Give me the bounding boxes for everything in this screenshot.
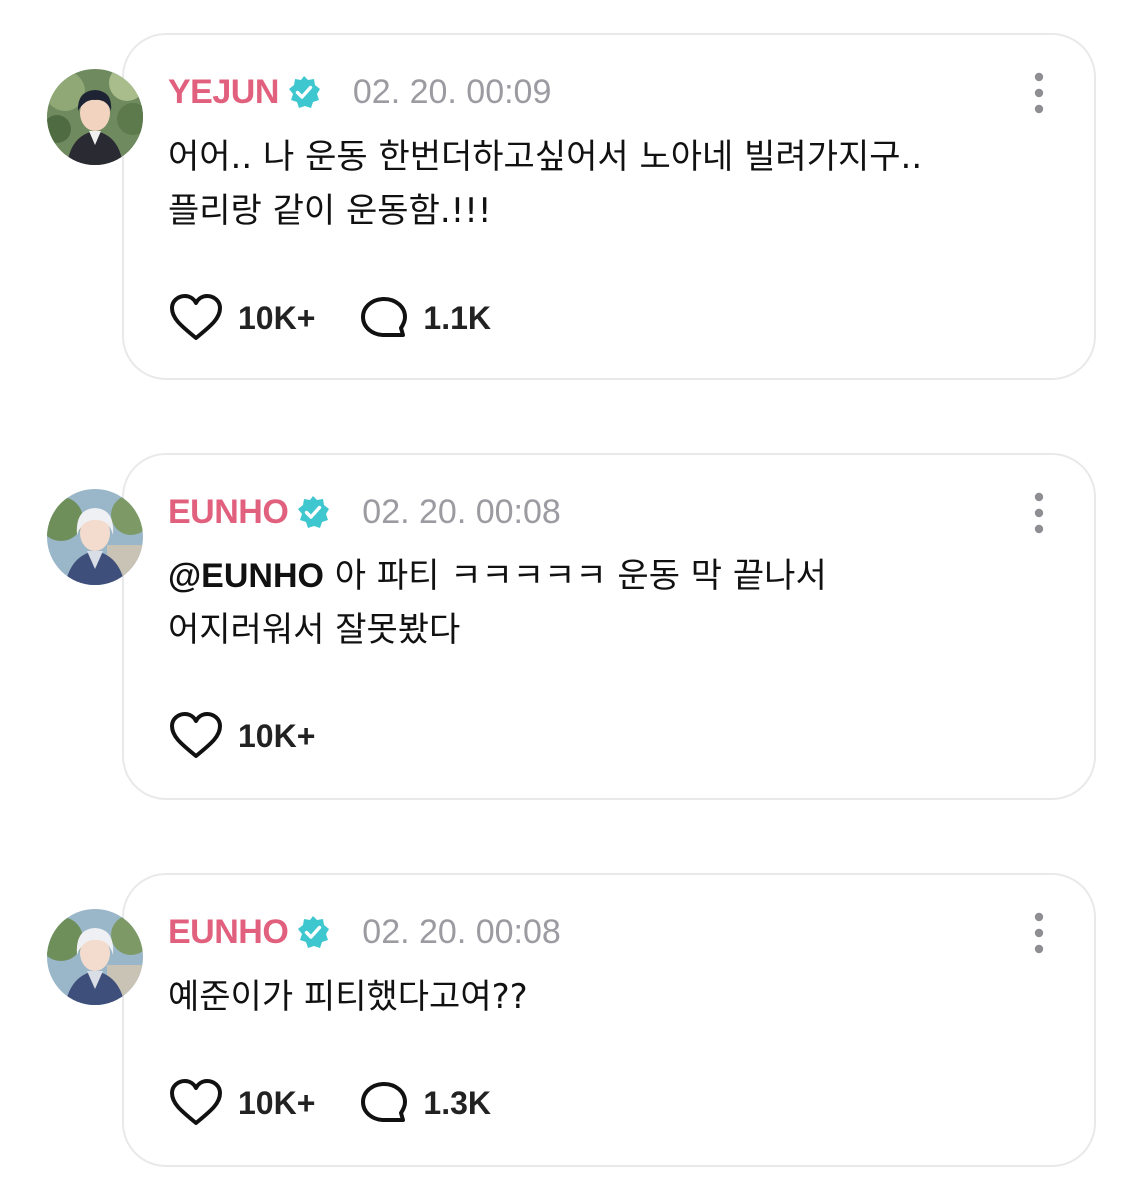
post-text: 예준이가 피티했다고여?? — [168, 970, 1048, 1024]
heart-icon — [170, 712, 222, 758]
avatar[interactable] — [47, 489, 143, 585]
post-actions: 10K+ 1.1K — [168, 290, 535, 346]
post-header: EUNHO 02. 20. 00:08 — [168, 487, 561, 537]
post-text: @EUNHO 아 파티 ㅋㅋㅋㅋㅋ 운동 막 끝나서 어지러워서 잘못봤다 — [168, 549, 1048, 657]
heart-icon — [170, 294, 222, 340]
like-button[interactable]: 10K+ — [168, 712, 315, 760]
post-actions: 10K+ 1.3K — [168, 1075, 535, 1131]
like-count: 10K+ — [238, 1084, 316, 1121]
avatar[interactable] — [47, 69, 143, 165]
heart-icon — [170, 1079, 222, 1125]
username[interactable]: EUNHO — [168, 913, 289, 952]
username[interactable]: EUNHO — [168, 493, 289, 532]
post-text-line: @EUNHO 아 파티 ㅋㅋㅋㅋㅋ 운동 막 끝나서 — [168, 549, 1048, 603]
timestamp: 02. 20. 00:08 — [362, 912, 561, 951]
comment-count: 1.1K — [423, 299, 491, 336]
timestamp: 02. 20. 00:09 — [352, 72, 552, 111]
post-text-line: 어어.. 나 운동 한번더하고싶어서 노아네 빌려가지구.. — [168, 137, 923, 177]
post-header: YEJUN 02. 20. 00:09 — [168, 67, 551, 117]
post-text-line: 플리랑 같이 운동함.!!! — [168, 191, 492, 231]
verified-badge-icon — [287, 75, 321, 109]
avatar[interactable] — [47, 909, 143, 1005]
like-button[interactable]: 10K+ — [168, 1079, 315, 1127]
comment-count: 1.3K — [423, 1084, 491, 1121]
like-button[interactable]: 10K+ — [168, 294, 315, 342]
post-header: EUNHO 02. 20. 00:08 — [168, 907, 561, 957]
comment-button[interactable]: 1.1K — [359, 295, 491, 341]
like-count: 10K+ — [238, 717, 316, 754]
verified-badge-icon — [296, 495, 330, 529]
speech-bubble-icon — [361, 1082, 408, 1122]
more-vertical-icon[interactable] — [1024, 71, 1054, 115]
post-text-line: 어지러워서 잘못봤다 — [168, 610, 461, 650]
speech-bubble-icon — [361, 297, 408, 337]
post-actions: 10K+ — [168, 708, 359, 764]
like-count: 10K+ — [238, 299, 316, 336]
verified-badge-icon — [296, 915, 330, 949]
more-vertical-icon[interactable] — [1024, 911, 1054, 955]
mention-link[interactable]: @EUNHO — [168, 557, 324, 595]
post-feed: YEJUN 02. 20. 00:09 어어.. 나 운동 한번더하고싶어서 노… — [0, 0, 1148, 1200]
timestamp: 02. 20. 00:08 — [362, 492, 561, 531]
username[interactable]: YEJUN — [168, 73, 279, 112]
more-vertical-icon[interactable] — [1024, 491, 1054, 535]
post-text-line: 예준이가 피티했다고여?? — [168, 977, 528, 1017]
comment-button[interactable]: 1.3K — [359, 1080, 491, 1126]
post-text-segment: 아 파티 ㅋㅋㅋㅋㅋ 운동 막 끝나서 — [323, 556, 827, 596]
post-text: 어어.. 나 운동 한번더하고싶어서 노아네 빌려가지구.. 플리랑 같이 운동… — [168, 130, 1048, 238]
